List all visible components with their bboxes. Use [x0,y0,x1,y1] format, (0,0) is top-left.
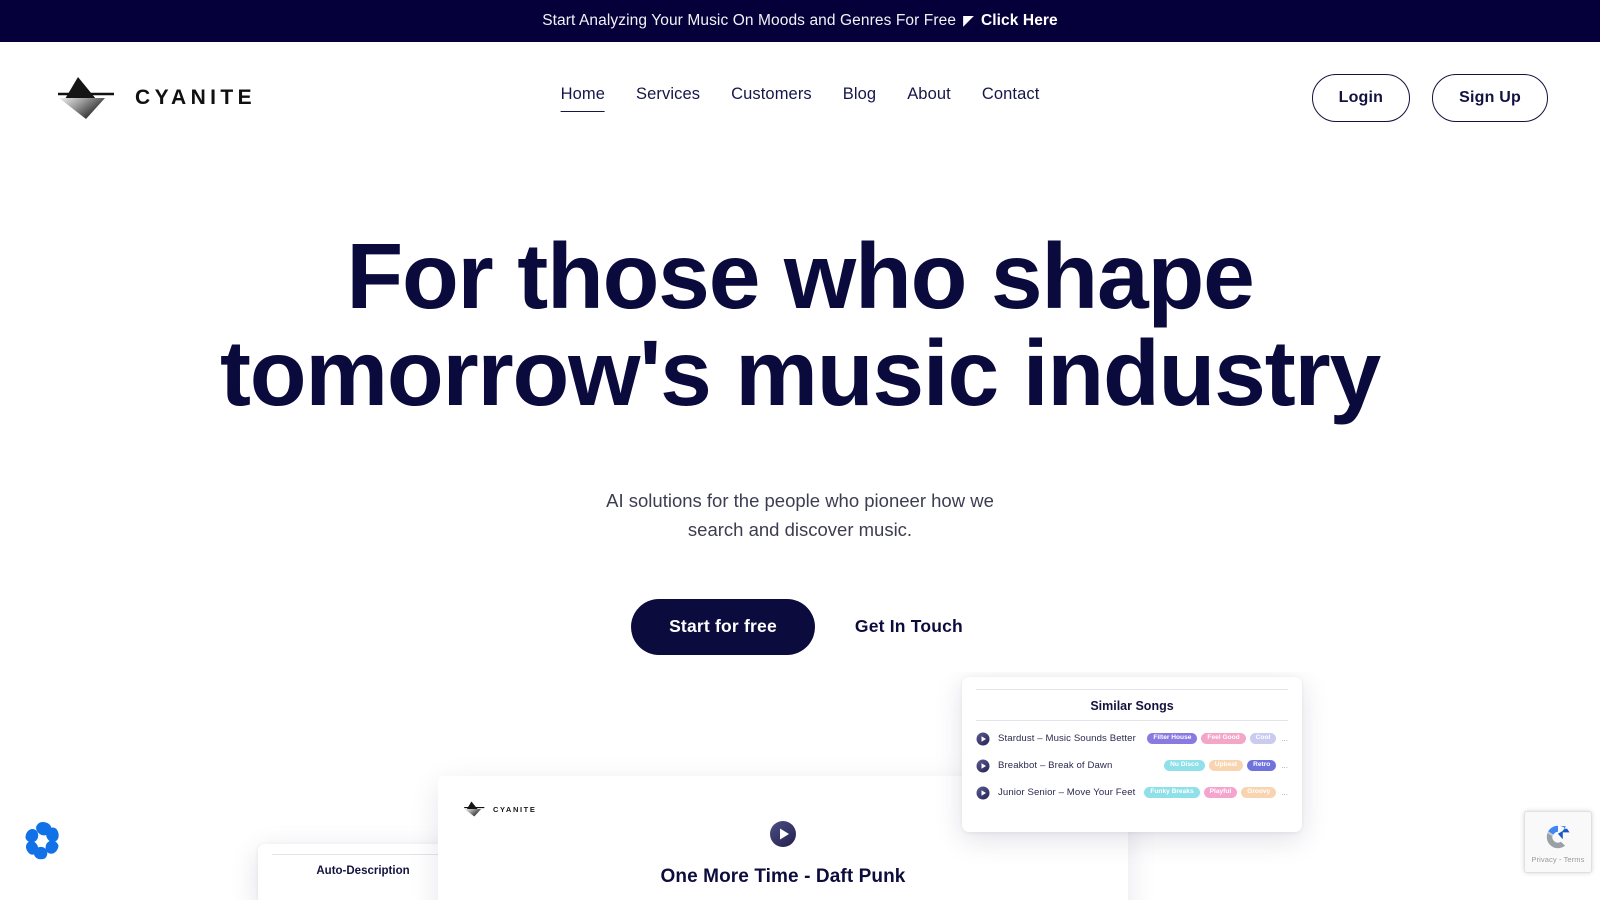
announcement-text: Start Analyzing Your Music On Moods and … [542,12,957,29]
signup-button[interactable]: Sign Up [1432,74,1548,122]
recaptcha-icon [1546,825,1570,848]
site-header: CYANITE Home Services Customers Blog Abo… [0,42,1600,154]
brand-wordmark: CYANITE [135,86,257,109]
announcement-bar: Start Analyzing Your Music On Moods and … [0,0,1600,42]
player-brand: CYANITE [462,800,536,818]
product-showcase: Auto-Description CYANITE One More Time -… [0,672,1600,900]
mood-tag[interactable]: Upbeat [1208,759,1244,772]
nav-item-home[interactable]: Home [560,85,606,112]
list-item[interactable]: Breakbot – Break of Dawn Nu Disco Upbeat… [976,752,1288,779]
auto-description-title: Auto-Description [272,854,454,877]
announcement-cta-label: Click Here [980,12,1058,29]
play-circle-icon[interactable] [976,786,990,800]
nav-item-about[interactable]: About [907,85,951,111]
mood-tag[interactable]: Cool [1249,732,1277,745]
auth-actions: Login Sign Up [1311,74,1548,122]
nav-item-blog[interactable]: Blog [843,85,876,111]
nav-item-contact[interactable]: Contact [982,85,1040,111]
mood-tag[interactable]: Playful [1203,786,1238,799]
hero-section: For those who shape tomorrow's music ind… [0,154,1600,655]
song-title: Breakbot – Break of Dawn [998,760,1113,771]
player-track-title: One More Time - Daft Punk [660,866,906,887]
cookie-consent-icon [25,822,59,860]
login-button[interactable]: Login [1311,74,1411,122]
similar-songs-title: Similar Songs [976,689,1288,721]
song-tags: Nu Disco Upbeat Retro ... [1164,759,1288,772]
hero-title-line-2: tomorrow's music industry [220,320,1381,425]
nav-item-customers[interactable]: Customers [731,85,812,111]
list-item[interactable]: Stardust – Music Sounds Better Filter Ho… [976,725,1288,752]
tags-overflow[interactable]: ... [1280,761,1288,770]
list-item[interactable]: Junior Senior – Move Your Feet Funky Bre… [976,779,1288,806]
cyanite-triangle-logo-icon [464,801,485,817]
hero-title-line-1: For those who shape [346,224,1254,328]
mood-tag[interactable]: Nu Disco [1164,759,1205,772]
tags-overflow[interactable]: ... [1280,788,1288,797]
announcement-link[interactable]: Start Analyzing Your Music On Moods and … [542,12,1058,30]
song-title: Stardust – Music Sounds Better [998,733,1136,744]
song-tags: Filter House Feel Good Cool ... [1147,732,1288,745]
song-tags: Funky Breaks Playful Groovy ... [1144,786,1288,799]
cyanite-triangle-logo-icon [58,77,114,119]
page-title: For those who shape tomorrow's music ind… [185,228,1415,421]
play-circle-icon[interactable] [769,820,797,848]
tags-overflow[interactable]: ... [1280,734,1288,743]
hero-subtitle: AI solutions for the people who pioneer … [606,490,994,541]
brand-logo-link[interactable]: CYANITE [52,73,256,123]
mood-tag[interactable]: Groovy [1241,786,1277,799]
mood-tag[interactable]: Filter House [1147,732,1198,745]
start-for-free-button[interactable]: Start for free [631,598,815,655]
auto-description-card[interactable]: Auto-Description [258,844,468,900]
speaker-icon: ◤ [963,12,974,28]
mood-tag[interactable]: Retro [1247,759,1277,772]
recaptcha-badge[interactable]: Privacy - Terms [1524,811,1592,873]
recaptcha-label: Privacy - Terms [1531,854,1585,864]
song-title: Junior Senior – Move Your Feet [998,787,1136,798]
similar-songs-card[interactable]: Similar Songs Stardust – Music Sounds Be… [962,677,1302,832]
nav-item-services[interactable]: Services [636,85,700,111]
player-brand-wordmark: CYANITE [493,804,537,814]
play-circle-icon[interactable] [976,732,990,746]
play-circle-icon[interactable] [976,759,990,773]
cookie-consent-button[interactable] [20,818,65,863]
mood-tag[interactable]: Funky Breaks [1144,786,1200,799]
main-navigation: Home Services Customers Blog About Conta… [560,85,1040,112]
mood-tag[interactable]: Feel Good [1201,732,1246,745]
get-in-touch-button[interactable]: Get In Touch [849,616,969,637]
hero-actions: Start for free Get In Touch [0,598,1600,655]
